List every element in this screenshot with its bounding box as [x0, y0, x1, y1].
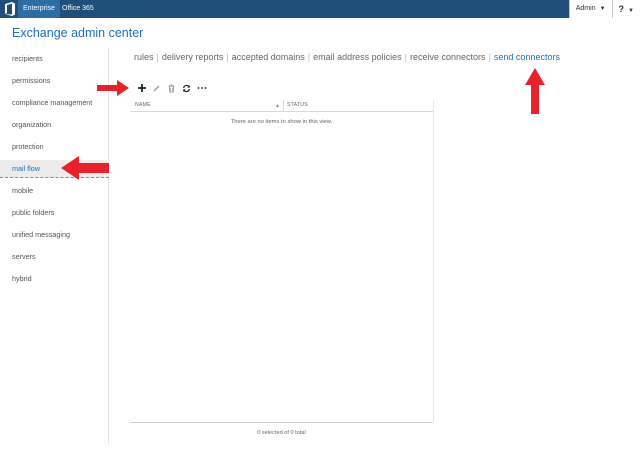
delete-button[interactable]	[164, 82, 179, 94]
help-menu-button[interactable]: ? ▼	[611, 0, 640, 18]
sidebar-item-hybrid[interactable]: hybrid	[0, 270, 109, 288]
tab-email-address-policies[interactable]: email address policies	[313, 52, 402, 62]
user-menu-button[interactable]: Admin ▼	[568, 0, 612, 18]
connectors-grid: NAME ▲ STATUS There are no items to show…	[130, 100, 433, 414]
tab-separator: |	[404, 52, 408, 62]
sidebar-item-organization[interactable]: organization	[0, 116, 109, 134]
more-icon	[197, 87, 206, 89]
grid-footer-divider	[130, 422, 433, 423]
sidebar-item-compliance-management[interactable]: compliance management	[0, 94, 109, 112]
tab-separator: |	[488, 52, 491, 62]
details-pane-divider	[433, 100, 434, 422]
sidebar-item-permissions[interactable]: permissions	[0, 72, 109, 90]
sidebar-item-recipients[interactable]: recipients	[0, 50, 109, 68]
tab-separator: |	[226, 52, 229, 62]
up-arrow-callout-icon	[525, 68, 545, 114]
chevron-down-icon: ▼	[628, 8, 634, 14]
column-header-status[interactable]: STATUS	[287, 102, 308, 108]
toolbar	[134, 82, 209, 94]
user-area: Admin ▼ ? ▼	[568, 0, 640, 18]
tab-accepted-domains[interactable]: accepted domains	[232, 52, 305, 62]
add-button[interactable]	[134, 82, 149, 94]
tab-rules[interactable]: rules	[134, 52, 154, 62]
sort-ascending-icon: ▲	[275, 103, 280, 109]
grid-header: NAME ▲ STATUS	[130, 100, 433, 112]
sidebar-item-protection[interactable]: protection	[0, 138, 109, 156]
suite-tab-office365[interactable]: Office 365	[57, 0, 99, 18]
tab-receive-connectors[interactable]: receive connectors	[410, 52, 486, 62]
refresh-icon	[183, 84, 190, 92]
sidebar-item-unified-messaging[interactable]: unified messaging	[0, 226, 109, 244]
delete-icon	[168, 84, 175, 92]
sidebar: recipients permissions compliance manage…	[0, 48, 109, 444]
tab-separator: |	[307, 52, 311, 62]
edit-button[interactable]	[149, 82, 164, 94]
tab-separator: |	[156, 52, 159, 62]
add-icon	[137, 84, 146, 92]
edit-icon	[153, 85, 160, 91]
office-logo-icon[interactable]	[4, 2, 16, 16]
suite-tab-enterprise[interactable]: Enterprise	[18, 0, 60, 18]
sub-navigation: rules | delivery reports | accepted doma…	[134, 50, 560, 64]
right-arrow-callout-icon	[97, 80, 129, 96]
selection-status: 0 selected of 0 total	[257, 430, 306, 436]
chevron-down-icon: ▼	[599, 6, 606, 12]
sidebar-item-mobile[interactable]: mobile	[0, 182, 109, 200]
column-header-name[interactable]: NAME	[135, 102, 151, 108]
sidebar-item-public-folders[interactable]: public folders	[0, 204, 109, 222]
user-name: Admin	[575, 5, 596, 12]
page-title: Exchange admin center	[12, 26, 144, 40]
help-icon: ?	[618, 4, 625, 14]
tab-delivery-reports[interactable]: delivery reports	[162, 52, 224, 62]
tab-send-connectors[interactable]: send connectors	[494, 52, 560, 62]
suite-bar: Enterprise Office 365 Admin ▼ ? ▼	[0, 0, 640, 18]
column-divider[interactable]	[283, 100, 284, 112]
empty-grid-message: There are no items to show in this view.	[230, 119, 333, 125]
left-arrow-callout-icon	[61, 156, 109, 180]
refresh-button[interactable]	[179, 82, 194, 94]
sidebar-item-servers[interactable]: servers	[0, 248, 109, 266]
more-button[interactable]	[194, 82, 209, 94]
